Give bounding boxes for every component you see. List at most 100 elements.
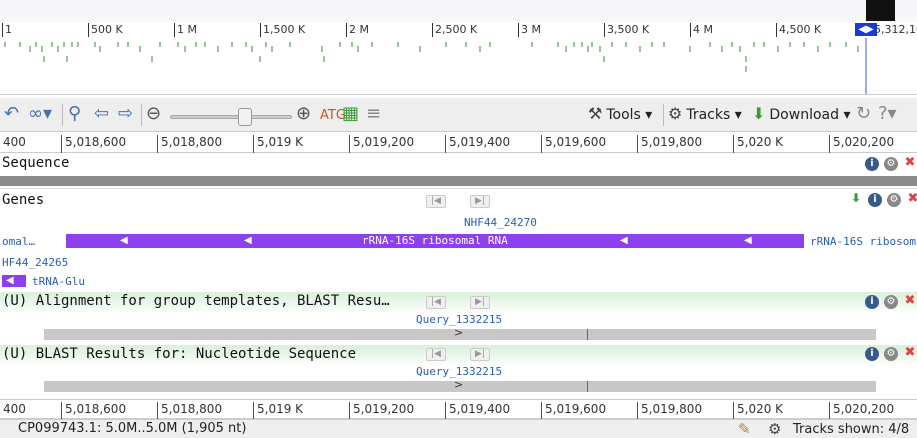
track-label-sequence[interactable]: Sequence bbox=[2, 155, 70, 171]
chevron-right-icon: > bbox=[454, 326, 464, 339]
top-strip bbox=[0, 0, 917, 22]
overview-tick: 2,500 K bbox=[432, 23, 477, 37]
gene-id-label: NHF44_24270 bbox=[464, 216, 537, 229]
collapse-icon[interactable]: ≡ bbox=[366, 104, 381, 124]
zoom-slider-handle[interactable] bbox=[238, 108, 252, 126]
track-layout-icon[interactable]: ▦ bbox=[342, 104, 359, 124]
overview-tick: 1 bbox=[2, 23, 12, 37]
ruler-tick: 5,019 K bbox=[253, 135, 303, 153]
gene-feature-name: rRNA-16S ribosomal RNA bbox=[362, 234, 508, 247]
track-icons: ⬇ i ⚙ ✖ bbox=[844, 191, 917, 207]
ruler-tick: 400 bbox=[3, 402, 26, 416]
prev-feature-button[interactable]: |◀ bbox=[426, 348, 446, 361]
close-icon[interactable]: ✖ bbox=[903, 346, 917, 360]
track-label-alignment[interactable]: (U) Alignment for group templates, BLAST… bbox=[2, 293, 390, 309]
zoom-out-icon[interactable]: ⊖ bbox=[146, 104, 161, 124]
blast-hit-bar[interactable]: > bbox=[44, 378, 876, 392]
gear-icon[interactable]: ⚙ bbox=[884, 157, 898, 171]
zoom-slider[interactable] bbox=[170, 115, 292, 119]
overview-location-marker[interactable]: ◀▶ bbox=[855, 23, 877, 36]
info-icon[interactable]: i bbox=[865, 347, 879, 361]
overview-viewport-box[interactable] bbox=[866, 0, 895, 21]
track-label-blast[interactable]: (U) BLAST Results for: Nucleotide Sequen… bbox=[2, 346, 356, 362]
gene-name-label-left: omal… bbox=[2, 235, 36, 248]
gear-icon[interactable]: ⚙ bbox=[884, 347, 898, 361]
ruler-tick: 5,018,800 bbox=[157, 402, 222, 420]
close-icon[interactable]: ✖ bbox=[906, 192, 917, 206]
info-icon[interactable]: i bbox=[865, 157, 879, 171]
tracks-menu[interactable]: ⚙ Tracks ▾ bbox=[668, 104, 742, 125]
close-icon[interactable]: ✖ bbox=[903, 156, 917, 170]
chevron-right-icon: > bbox=[454, 378, 464, 391]
overview-features bbox=[4, 38, 867, 94]
next-feature-button[interactable]: ▶| bbox=[470, 348, 490, 361]
pan-left-icon[interactable]: ⇦ bbox=[94, 104, 109, 124]
alignment-hit-bar[interactable]: > bbox=[44, 326, 876, 340]
overview-tick: 5,312,109 bbox=[874, 23, 917, 36]
gear-icon[interactable]: ⚙ bbox=[887, 193, 901, 207]
overview-tick: 1 M bbox=[174, 23, 197, 37]
refresh-icon[interactable]: ↻ bbox=[856, 104, 871, 124]
sequence-track: Sequence i ⚙ ✖ bbox=[0, 154, 917, 188]
next-feature-button[interactable]: ▶| bbox=[470, 296, 490, 309]
mismatch-marker bbox=[587, 329, 588, 340]
download-icon[interactable]: ⬇ bbox=[849, 191, 863, 205]
overview-tick: 2 M bbox=[346, 23, 369, 37]
trna-feature-bar[interactable]: ◀ bbox=[2, 275, 26, 287]
undo-icon[interactable]: ↶ bbox=[4, 104, 19, 124]
pencil-icon[interactable]: ✎ bbox=[738, 420, 751, 438]
ruler-tick: 5,019,200 bbox=[349, 135, 414, 153]
trna-name-label: tRNA-Glu bbox=[32, 275, 85, 288]
track-label-genes[interactable]: Genes bbox=[2, 192, 45, 208]
tracks-label: Tracks bbox=[686, 107, 731, 123]
next-feature-button[interactable]: ▶| bbox=[470, 195, 490, 208]
zoom-in-icon[interactable]: ⊕ bbox=[296, 104, 311, 124]
overview-tick: 500 K bbox=[88, 23, 123, 37]
prev-feature-button[interactable]: |◀ bbox=[426, 296, 446, 309]
ruler-tick: 5,019,800 bbox=[637, 135, 702, 153]
info-icon[interactable]: i bbox=[868, 193, 882, 207]
gear-icon[interactable]: ⚙ bbox=[884, 295, 898, 309]
ruler-tick: 400 bbox=[3, 135, 26, 149]
ruler-tick: 5,019,400 bbox=[445, 135, 510, 153]
download-menu[interactable]: ⬇ Download ▾ bbox=[752, 104, 850, 125]
link-icon[interactable]: ∞▾ bbox=[28, 104, 52, 124]
track-icons: i ⚙ ✖ bbox=[860, 345, 917, 361]
toolbar: ↶ ∞▾ ⚲ ⇦ ⇨ ⊖ ⊕ ATG ▦ ≡ ⚒ Tools ▾ ⚙ Tracks … bbox=[0, 98, 917, 132]
ruler-tick: 5,020 K bbox=[733, 135, 783, 153]
ruler-tick: 5,019,400 bbox=[445, 402, 510, 420]
genome-overview[interactable]: 1 500 K 1 M 1,500 K 2 M 2,500 K 3 M 3,50… bbox=[0, 22, 917, 95]
ruler-tick: 5,019 K bbox=[253, 402, 303, 420]
prev-feature-button[interactable]: |◀ bbox=[426, 195, 446, 208]
gene-name-label-right: rRNA-16S ribosom bbox=[810, 235, 916, 248]
gear-icon[interactable]: ⚙ bbox=[768, 420, 781, 438]
download-label: Download bbox=[769, 107, 839, 123]
tools-menu[interactable]: ⚒ Tools ▾ bbox=[588, 104, 652, 125]
ruler-tick: 5,019,600 bbox=[541, 402, 606, 420]
track-icons: i ⚙ ✖ bbox=[860, 293, 917, 309]
ruler-tick: 5,019,800 bbox=[637, 402, 702, 420]
strand-arrow-icon: ◀ bbox=[744, 235, 752, 246]
strand-arrow-icon: ◀ bbox=[244, 235, 252, 246]
ruler-tick: 5,018,600 bbox=[61, 402, 126, 420]
download-icon: ⬇ bbox=[752, 104, 766, 123]
location-readout: CP099743.1: 5.0M..5.0M (1,905 nt) bbox=[18, 421, 247, 436]
toolbar-separator bbox=[141, 104, 142, 126]
ruler-tick: 5,020 K bbox=[733, 402, 783, 420]
ruler-tick: 5,019,600 bbox=[541, 135, 606, 153]
search-icon[interactable]: ⚲ bbox=[68, 104, 81, 124]
blast-track: (U) BLAST Results for: Nucleotide Sequen… bbox=[0, 345, 917, 398]
top-position-ruler: 400 5,018,600 5,018,800 5,019 K 5,019,20… bbox=[0, 133, 917, 153]
help-icon[interactable]: ?▾ bbox=[878, 104, 897, 124]
overview-tick: 4 M bbox=[690, 23, 713, 37]
status-bar: CP099743.1: 5.0M..5.0M (1,905 nt) ✎ ⚙ Tr… bbox=[0, 419, 917, 438]
gene-feature-bar[interactable]: ◀ ◀ rRNA-16S ribosomal RNA ◀ ◀ bbox=[66, 234, 804, 248]
query-label: Query_1332215 bbox=[416, 365, 503, 378]
overview-tick: 3 M bbox=[518, 23, 541, 37]
pan-right-icon[interactable]: ⇨ bbox=[118, 104, 133, 124]
overview-tick: 3,500 K bbox=[604, 23, 649, 37]
info-icon[interactable]: i bbox=[865, 295, 879, 309]
ruler-tick: 5,019,200 bbox=[349, 402, 414, 420]
tools-label: Tools bbox=[606, 107, 641, 123]
close-icon[interactable]: ✖ bbox=[903, 294, 917, 308]
